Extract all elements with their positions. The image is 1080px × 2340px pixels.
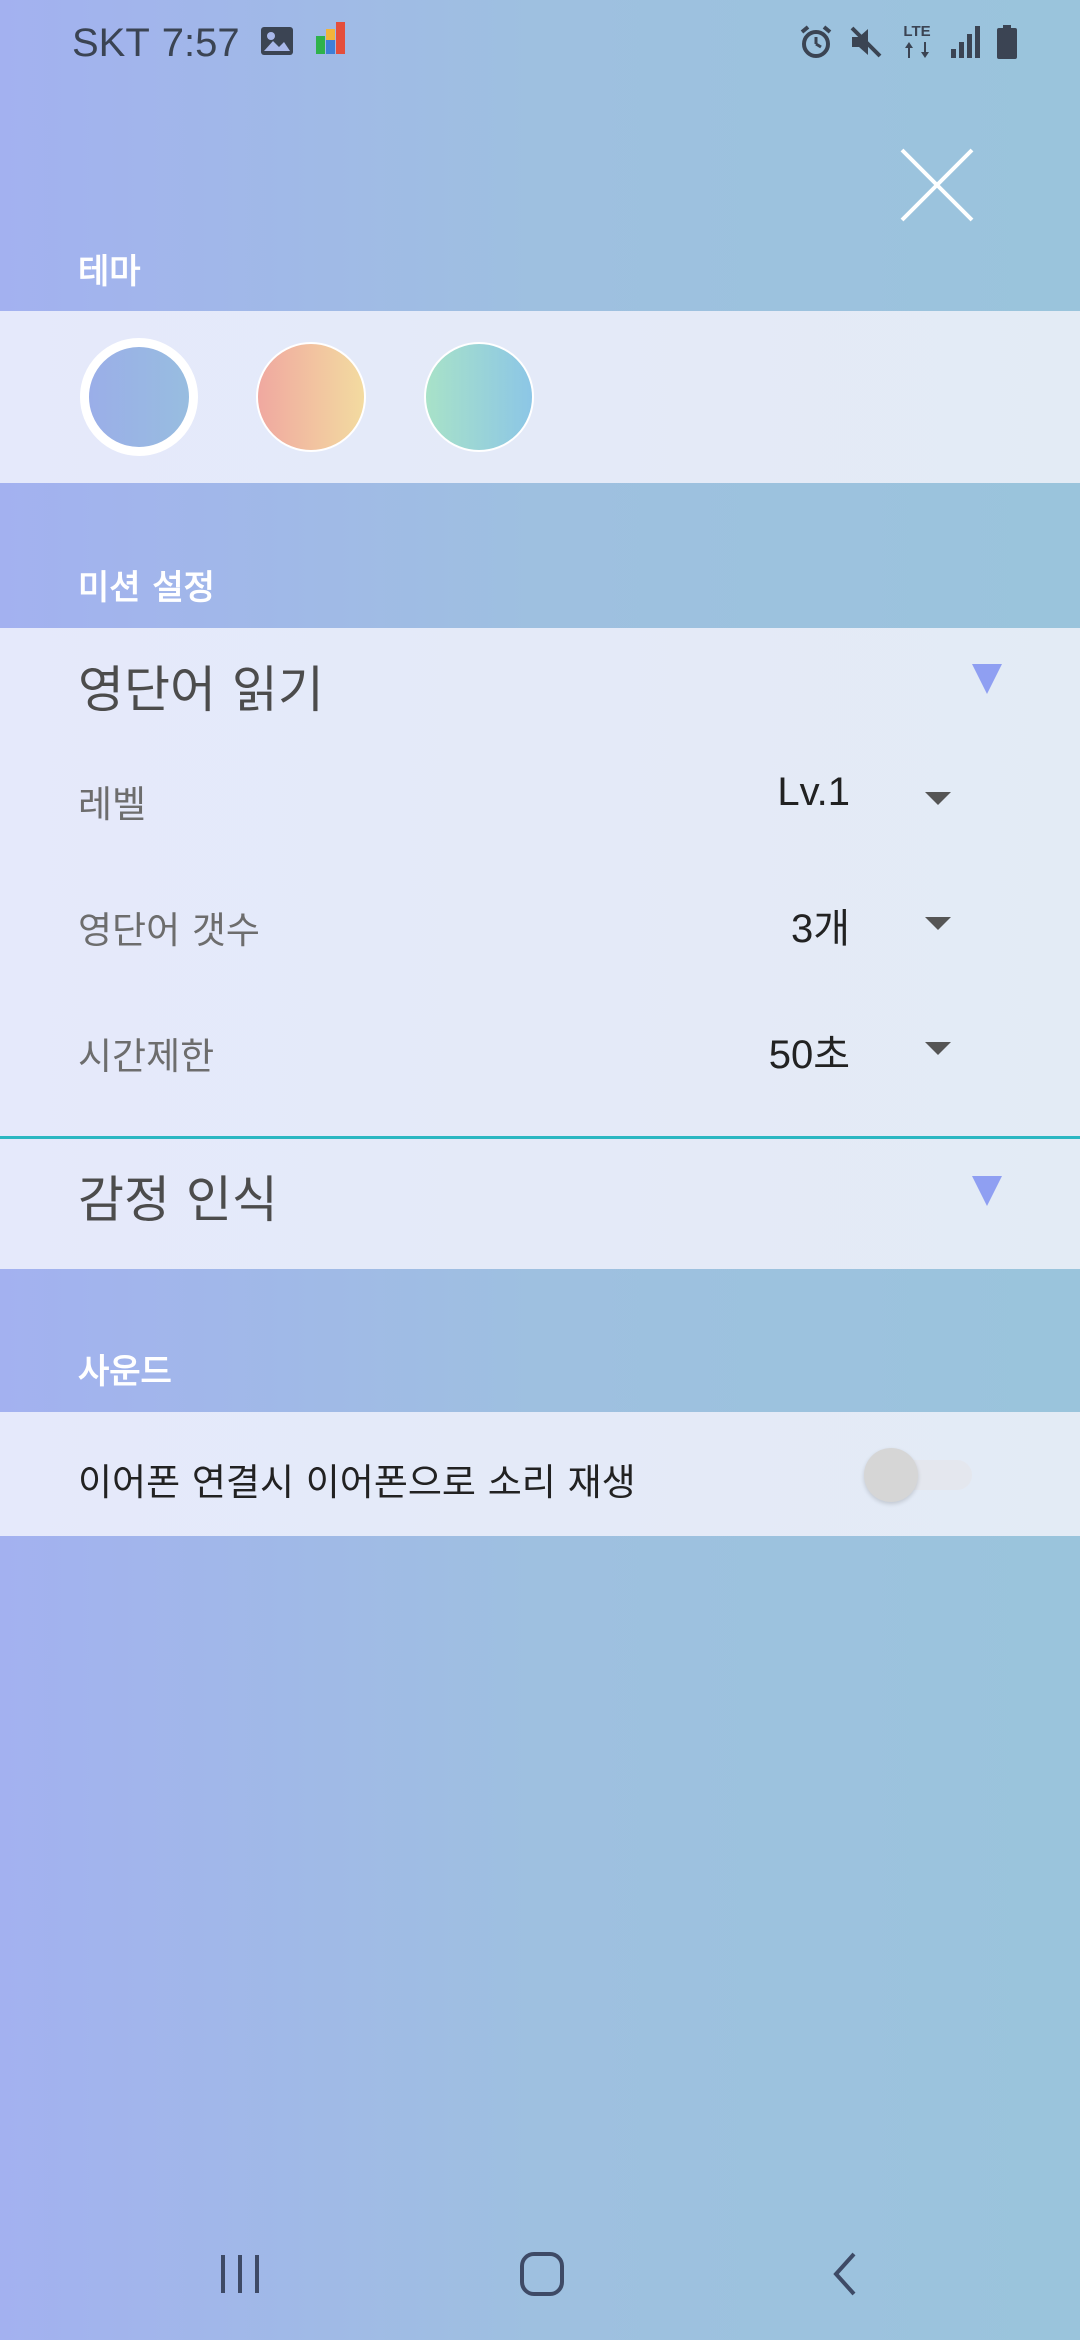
expand-arrow-icon[interactable] xyxy=(972,1176,1002,1206)
signal-icon xyxy=(950,25,982,63)
app-notification-icon xyxy=(314,20,348,66)
close-icon xyxy=(900,148,974,222)
theme-swatch-peach[interactable] xyxy=(256,342,366,452)
theme-swatch-blue[interactable] xyxy=(80,338,198,456)
home-button[interactable] xyxy=(502,2244,582,2304)
lte-text: LTE xyxy=(903,23,930,40)
back-button[interactable] xyxy=(804,2244,884,2304)
mission-panel: 영단어 읽기 레벨 Lv.1 영단어 갯수 3개 시간제한 50초 감정 인식 xyxy=(0,628,1080,1269)
back-icon xyxy=(833,2252,856,2296)
carrier-label: SKT xyxy=(72,20,150,65)
caret-down-icon[interactable] xyxy=(925,792,951,805)
section-label-mission: 미션 설정 xyxy=(78,568,215,608)
divider xyxy=(0,1136,1080,1139)
expand-arrow-icon[interactable] xyxy=(972,664,1002,694)
status-right: LTE xyxy=(798,22,1018,66)
row-label-word-count: 영단어 갯수 xyxy=(78,909,260,952)
clock: 7:57 xyxy=(161,20,240,65)
gallery-icon xyxy=(260,21,294,66)
status-left: SKT 7:57 xyxy=(72,20,348,66)
toggle-knob xyxy=(864,1448,918,1502)
section-label-theme: 테마 xyxy=(78,252,141,292)
level-dropdown[interactable]: Lv.1 xyxy=(777,770,850,815)
theme-swatch-mint[interactable] xyxy=(424,342,534,452)
section-label-sound: 사운드 xyxy=(78,1352,172,1392)
time-limit-dropdown[interactable]: 50초 xyxy=(769,1022,850,1080)
mission-group-title: 영단어 읽기 xyxy=(78,661,324,719)
navigation-bar xyxy=(0,2200,1080,2340)
close-button[interactable] xyxy=(892,140,982,230)
earphone-toggle[interactable] xyxy=(864,1448,972,1502)
battery-icon xyxy=(996,24,1018,64)
theme-panel xyxy=(0,311,1080,483)
caret-down-icon[interactable] xyxy=(925,917,951,930)
status-bar: SKT 7:57 LTE xyxy=(0,0,1080,90)
earphone-setting-label: 이어폰 연결시 이어폰으로 소리 재생 xyxy=(78,1461,636,1504)
row-label-time-limit: 시간제한 xyxy=(78,1035,215,1078)
row-label-level: 레벨 xyxy=(78,783,147,826)
alarm-icon xyxy=(798,24,834,64)
recent-apps-icon xyxy=(221,2255,259,2293)
mute-icon xyxy=(848,24,884,64)
caret-down-icon[interactable] xyxy=(925,1042,951,1055)
mission-group-title: 감정 인식 xyxy=(78,1171,278,1229)
lte-icon: LTE xyxy=(898,22,936,66)
recent-apps-button[interactable] xyxy=(200,2244,280,2304)
word-count-dropdown[interactable]: 3개 xyxy=(791,896,850,954)
home-icon xyxy=(520,2252,564,2296)
